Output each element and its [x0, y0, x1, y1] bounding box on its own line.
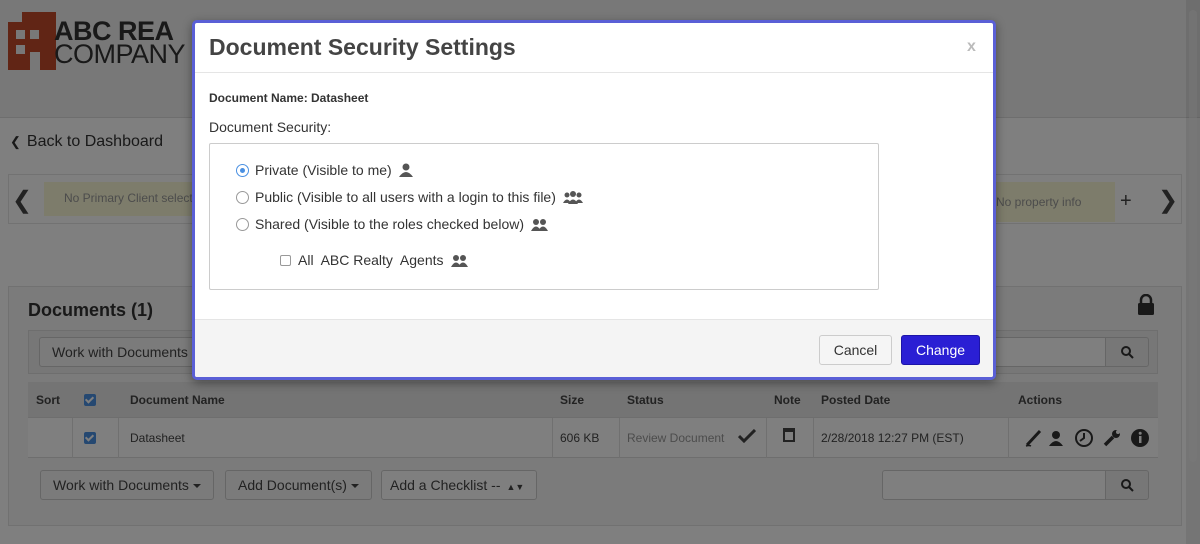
radio-private[interactable] — [236, 163, 249, 177]
change-button[interactable]: Change — [901, 335, 980, 365]
role-all-agents-checkbox[interactable] — [280, 254, 291, 266]
document-security-dialog: Document Security Settings x Document Na… — [192, 20, 996, 380]
role-all-agents-label: All ABC Realty Agents — [298, 252, 444, 268]
radio-public[interactable] — [236, 190, 249, 204]
option-shared[interactable]: Shared (Visible to the roles checked bel… — [236, 216, 549, 232]
dialog-header: Document Security Settings x — [195, 23, 993, 73]
users-pair-icon — [450, 255, 468, 267]
cancel-button[interactable]: Cancel — [819, 335, 892, 365]
users-pair-icon — [531, 219, 549, 231]
option-shared-label: Shared (Visible to the roles checked bel… — [255, 216, 525, 232]
dialog-footer: Cancel Change — [195, 319, 993, 377]
user-icon — [398, 163, 413, 177]
dialog-title: Document Security Settings — [209, 34, 516, 60]
radio-shared[interactable] — [236, 217, 249, 231]
option-private[interactable]: Private (Visible to me) — [236, 162, 413, 178]
document-security-label: Document Security: — [209, 119, 332, 135]
users-group-icon — [562, 191, 583, 204]
document-name-label: Document Name: Datasheet — [209, 91, 369, 105]
security-options-box: Private (Visible to me) Public (Visible … — [209, 143, 879, 290]
role-all-agents[interactable]: All ABC Realty Agents — [280, 252, 469, 268]
close-icon[interactable]: x — [967, 38, 976, 56]
option-private-label: Private (Visible to me) — [255, 162, 392, 178]
scrollbar-thumb[interactable] — [1189, 10, 1197, 462]
option-public[interactable]: Public (Visible to all users with a logi… — [236, 189, 583, 205]
option-public-label: Public (Visible to all users with a logi… — [255, 189, 556, 205]
